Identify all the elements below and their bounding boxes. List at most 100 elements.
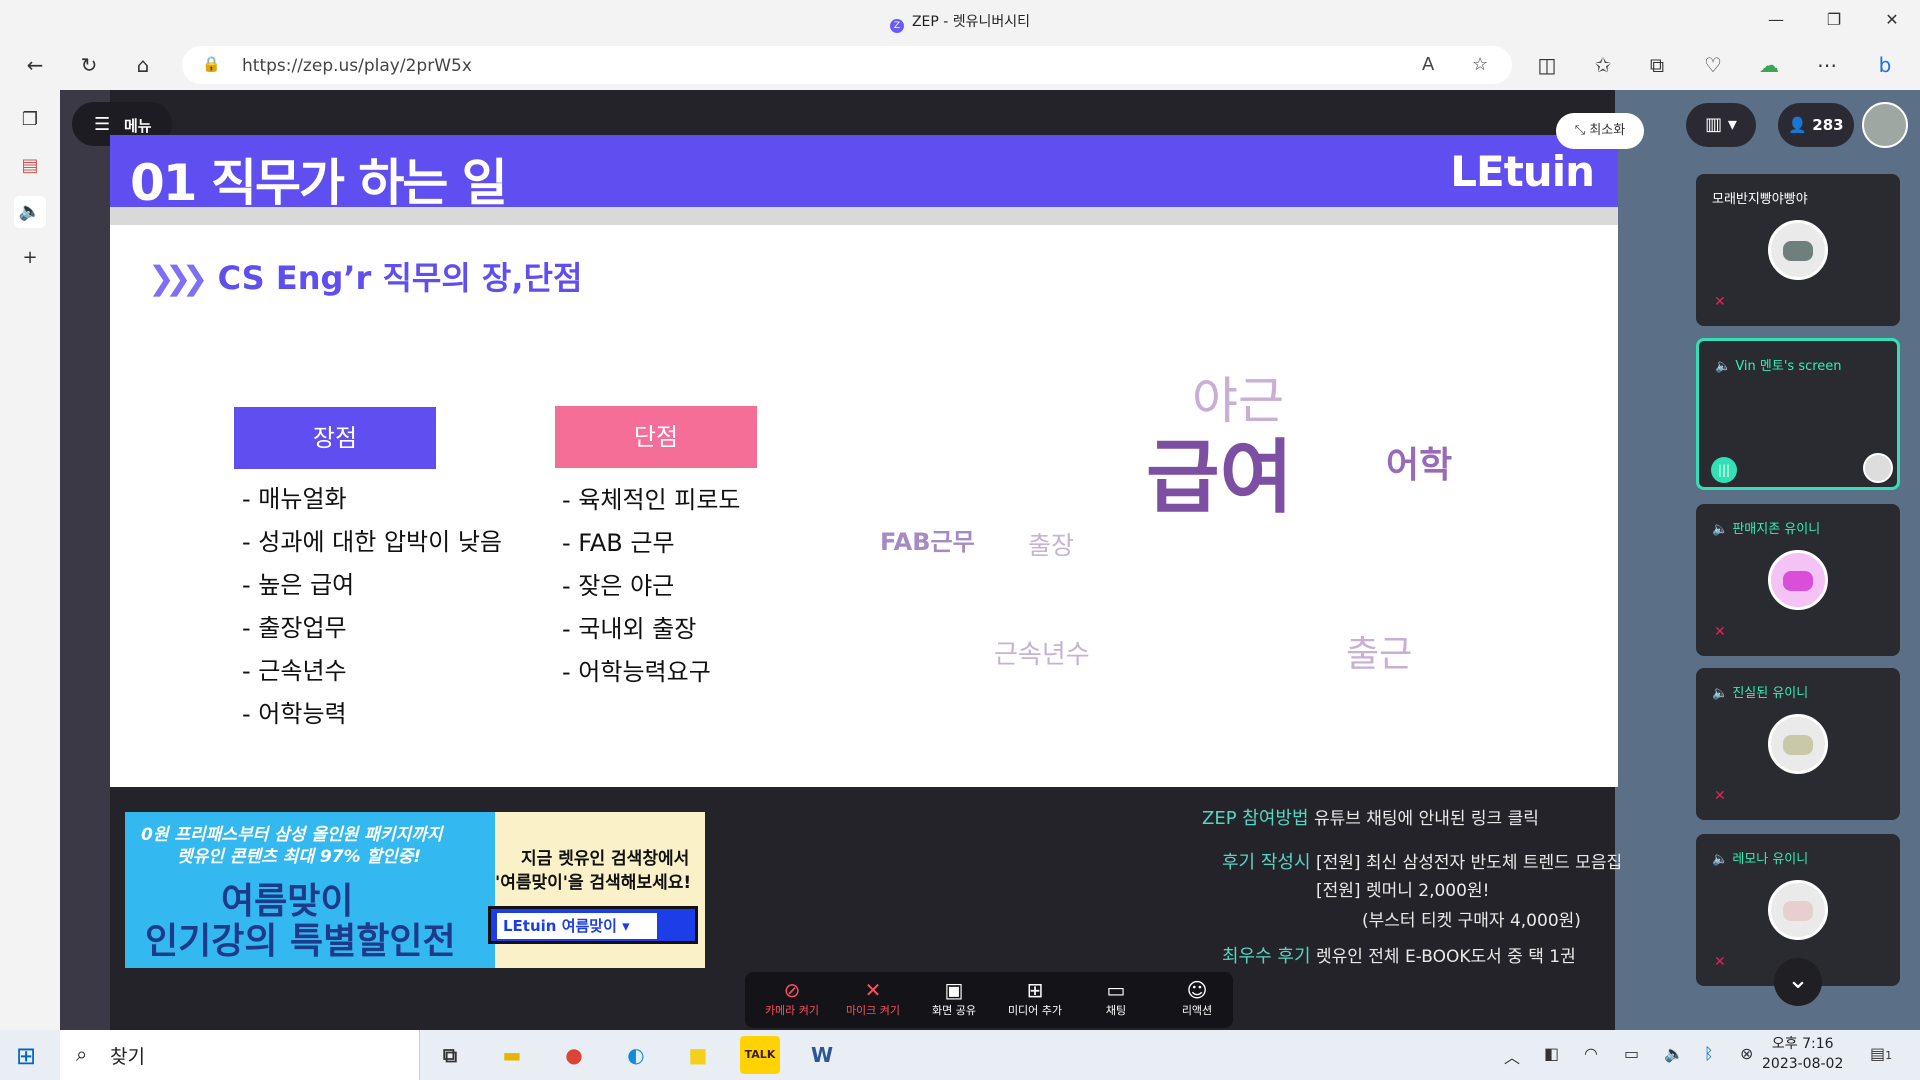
camera-off-icon: ⊘ bbox=[783, 978, 801, 1002]
slide-header-divider bbox=[110, 207, 1618, 225]
home-icon[interactable]: ⌂ bbox=[130, 52, 156, 78]
windows-start-icon[interactable]: ⊞ bbox=[16, 1042, 36, 1070]
more-menu-icon[interactable]: ⋯ bbox=[1814, 52, 1840, 78]
participant-card[interactable]: 🔈 진실된 유이니 ✕ bbox=[1696, 668, 1900, 820]
address-bar[interactable]: 🔒 https://zep.us/play/2prW5x A ☆ bbox=[182, 46, 1512, 84]
camera-tray-icon[interactable]: ◧ bbox=[1544, 1044, 1559, 1063]
screen-share-button[interactable]: ▣ 화면 공유 bbox=[919, 978, 989, 1018]
participant-name: 🔈 판매지존 유이니 bbox=[1712, 522, 1821, 537]
word-cloud-item: FAB근무 bbox=[880, 528, 975, 556]
list-item: - 출장업무 bbox=[242, 614, 347, 642]
tab-favicon-icon[interactable]: ▤ bbox=[14, 150, 46, 182]
list-item: - 어학능력 bbox=[242, 700, 347, 728]
microphone-button[interactable]: ✕ 마이크 켜기 bbox=[838, 978, 908, 1018]
chrome-icon[interactable]: ● bbox=[554, 1036, 594, 1074]
media-add-button[interactable]: ⊞ 미디어 추가 bbox=[1000, 978, 1070, 1018]
extension-icon[interactable]: ☁ bbox=[1756, 52, 1782, 78]
word-icon[interactable]: W bbox=[802, 1036, 842, 1074]
read-aloud-icon[interactable]: A bbox=[1422, 54, 1434, 75]
banner-headline-2: 인기강의 특별할인전 bbox=[145, 921, 456, 962]
chevron-down-icon: ⌄ bbox=[1787, 965, 1809, 995]
favorites-icon[interactable]: ✩ bbox=[1590, 52, 1616, 78]
info-best-review: 최우수 후기 렛유인 전체 E-BOOK도서 중 택 1권 bbox=[1222, 946, 1576, 967]
tray-chevron-up-icon[interactable]: ︿ bbox=[1504, 1044, 1520, 1068]
volume-icon[interactable]: 🔈 bbox=[1664, 1044, 1684, 1063]
avatar bbox=[1768, 550, 1828, 610]
minimize-slide-button[interactable]: ⤡ 최소화 bbox=[1556, 113, 1644, 149]
participant-name: 🔈 레모나 유이니 bbox=[1712, 852, 1809, 867]
close-window-button[interactable]: ✕ bbox=[1880, 8, 1904, 32]
list-item: - 잦은 야근 bbox=[562, 572, 675, 600]
back-icon[interactable]: ← bbox=[22, 52, 48, 78]
participant-count-button[interactable]: 👤 283 bbox=[1778, 103, 1854, 147]
refresh-icon[interactable]: ↻ bbox=[76, 52, 102, 78]
sticky-notes-icon[interactable]: ■ bbox=[678, 1036, 718, 1074]
participant-card-screen[interactable]: 🔈 Vin 멘토's screen ||| bbox=[1696, 338, 1900, 490]
notifications-icon[interactable]: ▤1 bbox=[1870, 1044, 1892, 1063]
slide-header: 01 직무가 하는 일 LEtuin bbox=[110, 135, 1618, 212]
restore-window-button[interactable]: ❐ bbox=[1822, 8, 1846, 32]
camera-button[interactable]: ⊘ 카메라 켜기 bbox=[757, 978, 827, 1018]
mic-muted-icon: ✕ bbox=[1714, 294, 1726, 310]
avatar bbox=[1768, 714, 1828, 774]
window-titlebar: Z ZEP - 렛유니버시티 — ❐ ✕ bbox=[0, 0, 1920, 40]
taskbar-search[interactable]: ⌕ 찾기 bbox=[60, 1030, 420, 1080]
scroll-down-button[interactable]: ⌄ bbox=[1774, 958, 1822, 1006]
minimize-window-button[interactable]: — bbox=[1764, 8, 1788, 32]
address-url[interactable]: https://zep.us/play/2prW5x bbox=[242, 56, 472, 76]
participant-name: 모래반지빵야빵야 bbox=[1712, 192, 1808, 207]
banner-right-line-2: '여름맞이'을 검색해보세요! bbox=[495, 873, 692, 893]
promo-banner[interactable]: 0원 프리패스부터 삼성 올인원 패키지까지 렛유인 콘텐츠 최대 97% 할인… bbox=[125, 812, 705, 968]
banner-line-2: 렛유인 콘텐츠 최대 97% 할인중! bbox=[177, 847, 422, 867]
participant-name: 🔈 진실된 유이니 bbox=[1712, 686, 1809, 701]
window-title: Z ZEP - 렛유니버시티 bbox=[0, 11, 1920, 33]
split-screen-icon[interactable]: ◫ bbox=[1534, 52, 1560, 78]
cons-label: 단점 bbox=[555, 406, 757, 468]
bluetooth-icon[interactable]: ᛒ bbox=[1704, 1044, 1714, 1063]
reaction-button[interactable]: ☺ 리액션 bbox=[1162, 978, 1232, 1018]
edge-icon[interactable]: ◐ bbox=[616, 1036, 656, 1074]
file-explorer-icon[interactable]: ▬ bbox=[492, 1036, 532, 1074]
list-item: - 높은 급여 bbox=[242, 571, 355, 599]
tab-actions-icon[interactable]: ❐ bbox=[14, 104, 46, 136]
search-icon: ⌕ bbox=[76, 1042, 88, 1066]
favorite-star-icon[interactable]: ☆ bbox=[1472, 54, 1488, 75]
wifi-icon[interactable]: ◠ bbox=[1584, 1044, 1598, 1063]
speaker-icon: 🔈 bbox=[1712, 522, 1729, 537]
participant-name: 🔈 Vin 멘토's screen bbox=[1715, 359, 1842, 374]
speaker-icon: 🔈 bbox=[1715, 359, 1732, 374]
sidebar: ❐ ▤ 🔈 + bbox=[0, 90, 60, 1030]
audio-tab-icon[interactable]: 🔈 bbox=[14, 196, 46, 228]
presentation-slide: 01 직무가 하는 일 LEtuin ❯❯❯ CS Eng’r 직무의 장,단점… bbox=[110, 135, 1618, 787]
kakaotalk-icon[interactable]: TALK bbox=[740, 1036, 780, 1074]
word-cloud-item: 급여 bbox=[1146, 431, 1294, 524]
mic-muted-icon: ✕ bbox=[1714, 954, 1726, 970]
person-icon: 👤 bbox=[1788, 116, 1808, 134]
chevrons-icon: ❯❯❯ bbox=[148, 259, 209, 297]
my-avatar[interactable] bbox=[1862, 102, 1908, 148]
browser-essentials-icon[interactable]: ♡ bbox=[1700, 52, 1726, 78]
tray-close-icon[interactable]: ⊗ bbox=[1740, 1044, 1753, 1063]
speaker-icon: 🔈 bbox=[1712, 852, 1729, 867]
participant-card[interactable]: 🔈 판매지존 유이니 ✕ bbox=[1696, 504, 1900, 656]
list-item: - 어학능력요구 bbox=[562, 658, 711, 686]
collections-icon[interactable]: ⧉ bbox=[1644, 52, 1670, 78]
list-item: - 근속년수 bbox=[242, 657, 347, 685]
word-cloud-item: 어학 bbox=[1386, 445, 1453, 486]
slide-section-title: ❯❯❯ CS Eng’r 직무의 장,단점 bbox=[148, 259, 583, 297]
bing-copilot-icon[interactable]: b bbox=[1872, 52, 1898, 78]
task-view-icon[interactable]: ⧉ bbox=[430, 1036, 470, 1074]
participant-card[interactable]: 모래반지빵야빵야 ✕ bbox=[1696, 174, 1900, 326]
avatar bbox=[1863, 453, 1893, 483]
chat-button[interactable]: ▭ 채팅 bbox=[1081, 978, 1151, 1018]
system-clock[interactable]: 오후 7:16 2023-08-02 bbox=[1762, 1034, 1843, 1074]
word-cloud-item: 출장 bbox=[1028, 531, 1075, 560]
chat-icon: ▭ bbox=[1106, 978, 1126, 1002]
battery-icon[interactable]: ▭ bbox=[1624, 1044, 1639, 1063]
slide-title: 01 직무가 하는 일 bbox=[130, 154, 508, 212]
new-tab-icon[interactable]: + bbox=[14, 242, 46, 274]
mic-muted-icon: ✕ bbox=[1714, 788, 1726, 804]
list-item: - 성과에 대한 압박이 낮음 bbox=[242, 528, 502, 556]
layout-toggle-button[interactable]: ▥ ▾ bbox=[1686, 103, 1756, 147]
word-cloud-item: 출근 bbox=[1346, 634, 1413, 675]
